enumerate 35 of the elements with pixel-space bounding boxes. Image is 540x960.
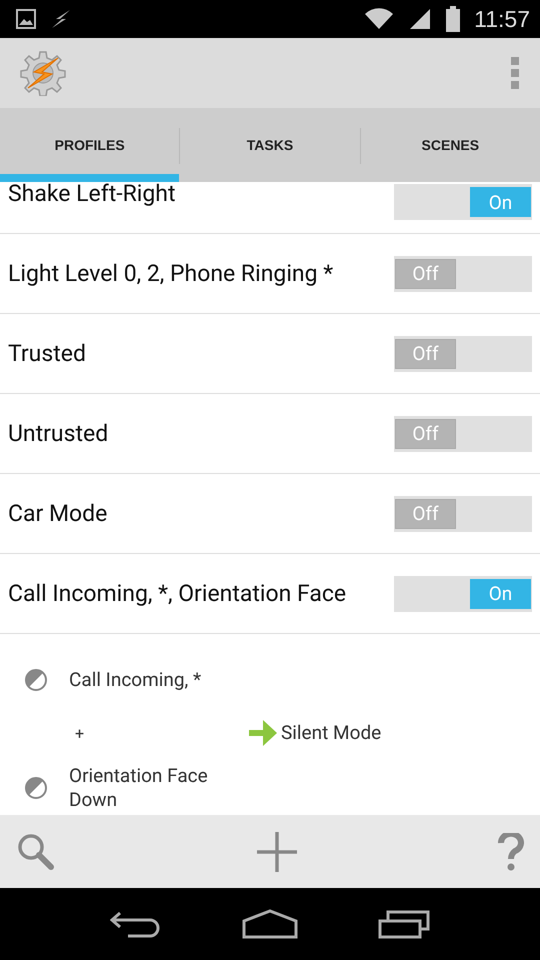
profile-name[interactable]: Untrusted — [8, 420, 394, 447]
context-icon — [24, 776, 48, 800]
context-icon — [24, 668, 48, 692]
task-label[interactable]: Silent Mode — [279, 721, 540, 745]
help-icon[interactable] — [498, 832, 524, 870]
context-label[interactable]: Call Incoming, * — [69, 668, 540, 692]
toggle-thumb: On — [470, 187, 531, 217]
gear-lightning-logo-icon[interactable] — [20, 50, 66, 96]
toggle-thumb: Off — [395, 258, 456, 288]
wifi-icon — [364, 7, 394, 31]
toggle-thumb: Off — [395, 338, 456, 368]
profile-name[interactable]: Call Incoming, *, Orientation Face — [8, 580, 394, 607]
search-icon[interactable] — [16, 832, 56, 872]
profile-name[interactable]: Car Mode — [8, 500, 394, 527]
arrow-right-icon — [249, 720, 277, 746]
profile-name[interactable]: Light Level 0, 2, Phone Ringing * — [8, 260, 394, 287]
toggle-thumb: Off — [395, 418, 456, 448]
overflow-menu-icon[interactable] — [510, 56, 520, 90]
profile-name[interactable]: Trusted — [8, 340, 394, 367]
picture-notification-icon — [16, 9, 36, 29]
context-label[interactable]: Orientation Face Down — [69, 764, 239, 812]
back-icon[interactable] — [110, 909, 162, 939]
tab[interactable]: SCENES — [360, 108, 540, 182]
recent-apps-icon[interactable] — [378, 909, 430, 939]
plus-sign: + — [74, 724, 86, 742]
add-icon[interactable] — [256, 830, 298, 872]
profile-name[interactable]: Shake Left-Right — [8, 182, 394, 207]
signal-icon — [408, 7, 432, 31]
toggle-thumb: Off — [395, 498, 456, 528]
home-icon[interactable] — [242, 909, 298, 939]
toggle-thumb: On — [470, 578, 531, 608]
tab[interactable]: TASKS — [180, 108, 360, 182]
clock-time: 11:57 — [474, 6, 530, 32]
tab[interactable]: PROFILES — [0, 108, 180, 182]
battery-icon — [446, 6, 460, 32]
